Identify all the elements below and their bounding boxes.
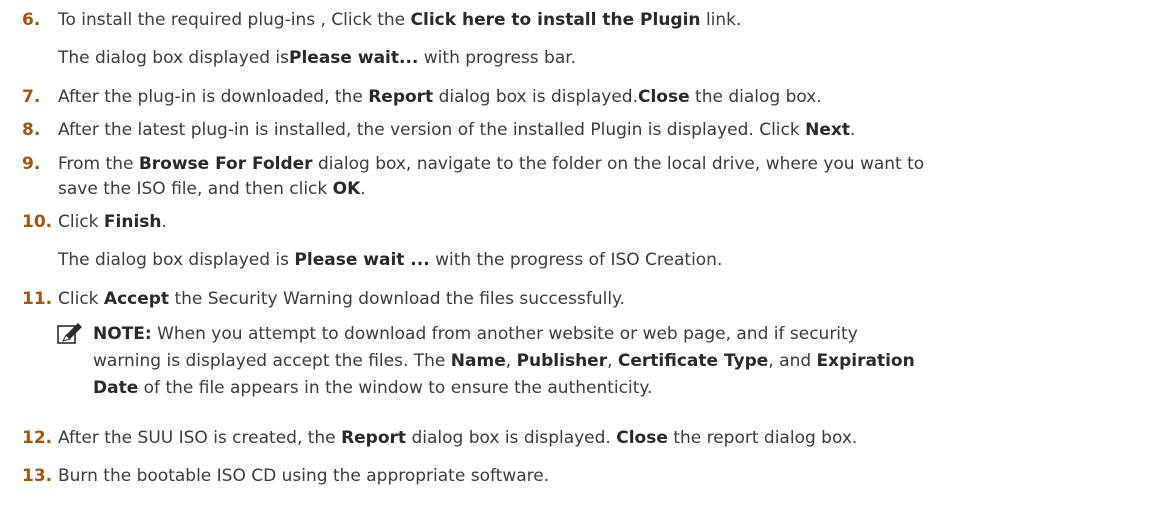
- bold-term: Next: [805, 120, 850, 140]
- bold-term: Please wait...: [289, 48, 419, 68]
- bold-term: Close: [637, 87, 690, 107]
- step-text: Burn the bootable ISO CD using the appro…: [58, 465, 549, 487]
- bold-term: Expiration: [816, 351, 915, 371]
- text-run: the report dialog box.: [667, 428, 858, 448]
- document-page: 6. To install the required plug-ins , Cl…: [0, 0, 1150, 509]
- text-run: warning is displayed accept the files. T…: [93, 351, 451, 371]
- bold-term: Finish: [103, 212, 162, 232]
- text-run: ,: [607, 351, 618, 371]
- bold-term: Name: [450, 351, 506, 371]
- note-text: Date of the file appears in the window t…: [93, 377, 652, 399]
- text-run: The dialog box displayed is: [58, 48, 290, 68]
- text-run: dialog box is displayed.: [433, 87, 638, 107]
- note-text: warning is displayed accept the files. T…: [93, 350, 915, 372]
- text-run: Click: [58, 212, 104, 232]
- step-number: 11.: [22, 289, 53, 309]
- text-run: Click: [58, 289, 104, 309]
- text-run: with the progress of ISO Creation.: [429, 250, 723, 270]
- text-run: link.: [700, 10, 742, 30]
- step-number: 7.: [22, 87, 41, 107]
- bold-term: Browse For Folder: [138, 154, 313, 174]
- text-run: .: [360, 179, 366, 199]
- bold-term: Certificate Type: [617, 351, 769, 371]
- text-run: dialog box is displayed.: [406, 428, 617, 448]
- step-text: Click Accept the Security Warning downlo…: [58, 288, 625, 310]
- text-run: dialog box, navigate to the folder on th…: [312, 154, 925, 174]
- step-text: The dialog box displayed isPlease wait..…: [58, 47, 576, 69]
- step-text: The dialog box displayed is Please wait …: [58, 249, 722, 271]
- text-run: After the SUU ISO is created, the: [58, 428, 342, 448]
- text-run: After the latest plug-in is installed, t…: [58, 120, 806, 140]
- text-run: Burn the bootable ISO CD using the appro…: [58, 466, 550, 486]
- bold-term: Report: [341, 428, 407, 448]
- step-text: From the Browse For Folder dialog box, n…: [58, 153, 924, 175]
- text-run: , and: [768, 351, 817, 371]
- bold-term: Date: [93, 378, 139, 398]
- step-text: After the SUU ISO is created, the Report…: [58, 427, 857, 449]
- bold-term: Please wait ...: [294, 250, 430, 270]
- step-number: 13.: [22, 466, 53, 486]
- step-number: 8.: [22, 120, 41, 140]
- step-number: 10.: [22, 212, 53, 232]
- step-text: After the latest plug-in is installed, t…: [58, 119, 855, 141]
- step-number: 6.: [22, 10, 41, 30]
- bold-term: Close: [616, 428, 668, 448]
- text-run: To install the required plug-ins , Click…: [58, 10, 411, 30]
- text-run: .: [849, 120, 856, 140]
- text-run: ,: [505, 351, 517, 371]
- text-run: of the file appears in the window to ens…: [138, 378, 653, 398]
- step-text: After the plug-in is downloaded, the Rep…: [58, 86, 822, 108]
- pencil-note-icon: [57, 323, 82, 344]
- step-number: 12.: [22, 428, 53, 448]
- step-text: Click Finish.: [58, 211, 167, 233]
- text-run: the Security Warning download the files …: [169, 289, 626, 309]
- bold-term: Accept: [103, 289, 170, 309]
- text-run: When you attempt to download from anothe…: [151, 324, 858, 344]
- step-number: 9.: [22, 154, 41, 174]
- text-run: the dialog box.: [689, 87, 822, 107]
- bold-term: Click here to install the Plugin: [410, 10, 701, 30]
- text-run: After the plug-in is downloaded, the: [58, 87, 369, 107]
- step-text: To install the required plug-ins , Click…: [58, 9, 741, 31]
- bold-term: Publisher: [516, 351, 608, 371]
- note-text: NOTE: When you attempt to download from …: [93, 323, 858, 345]
- bold-term: OK: [332, 179, 361, 199]
- text-run: The dialog box displayed is: [58, 250, 295, 270]
- text-run: From the: [58, 154, 139, 174]
- text-run: .: [161, 212, 167, 232]
- text-run: with progress bar.: [418, 48, 577, 68]
- bold-term: NOTE:: [93, 324, 152, 344]
- step-text: save the ISO file, and then click OK.: [58, 178, 366, 200]
- text-run: save the ISO file, and then click: [58, 179, 333, 199]
- bold-term: Report: [368, 87, 434, 107]
